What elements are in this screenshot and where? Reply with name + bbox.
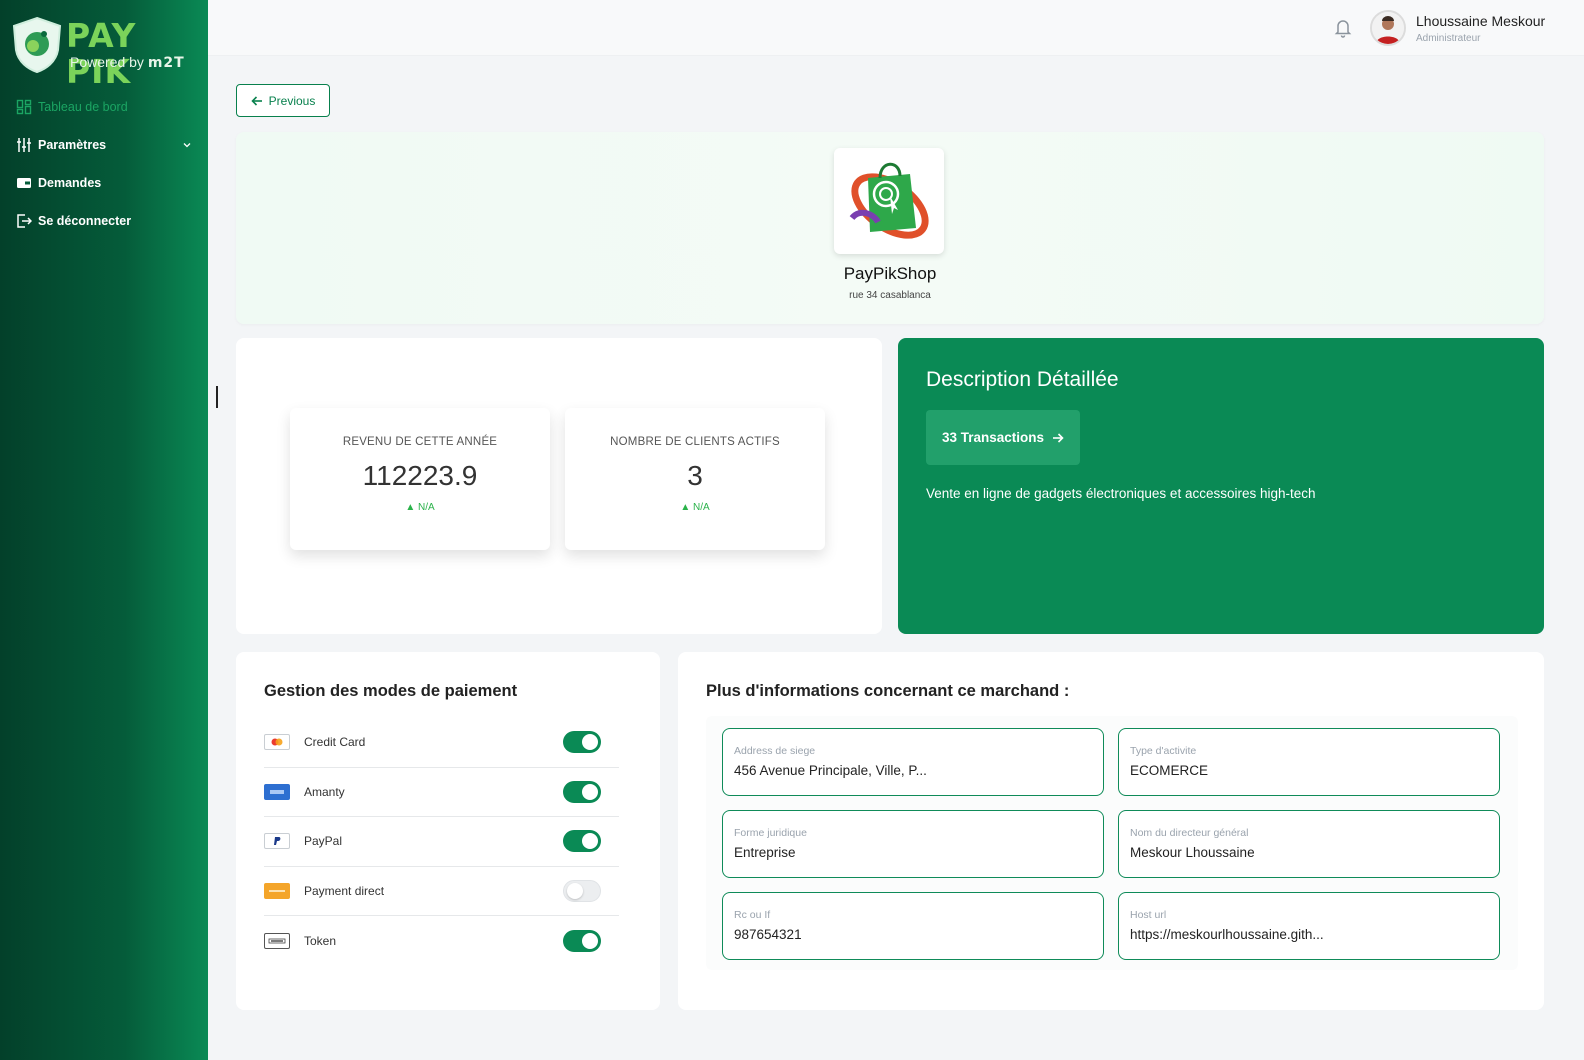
shop-banner: PayPikShop rue 34 casablanca bbox=[236, 132, 1544, 324]
field-value: Entreprise bbox=[734, 845, 796, 860]
sidebar-item-demandes[interactable]: Demandes bbox=[0, 164, 208, 202]
sidebar-item-parametres[interactable]: Paramètres bbox=[0, 126, 208, 164]
payment-mode-row: PayPal bbox=[264, 817, 619, 867]
credit-card-icon bbox=[264, 734, 290, 751]
payment-mode-row: Token bbox=[264, 916, 619, 966]
stat-card-active-clients: NOMBRE DE CLIENTS ACTIFS 3 ▲ N/A bbox=[565, 408, 825, 550]
payment-mode-name: Payment direct bbox=[304, 883, 385, 898]
shop-logo bbox=[834, 148, 944, 254]
avatar[interactable] bbox=[1370, 10, 1406, 46]
payment-mode-row: Credit Card bbox=[264, 718, 619, 768]
field-label: Host url bbox=[1130, 909, 1167, 921]
powered-by-text: Powered by bbox=[70, 54, 144, 70]
payment-modes-list: Credit Card Amanty PayPal Payment direct bbox=[264, 718, 619, 966]
bell-icon[interactable] bbox=[1334, 18, 1352, 38]
field-host-url[interactable]: Host url https://meskourlhoussaine.gith.… bbox=[1118, 892, 1500, 960]
merchant-info-title: Plus d'informations concernant ce marcha… bbox=[706, 682, 1070, 700]
stat-trend: ▲ N/A bbox=[680, 502, 710, 513]
sidebar-item-label: Tableau de bord bbox=[38, 100, 128, 114]
stat-value: 112223.9 bbox=[362, 460, 478, 491]
field-label: Nom du directeur général bbox=[1130, 827, 1249, 839]
payment-mode-toggle[interactable] bbox=[563, 830, 601, 853]
stats-panel: REVENU DE CETTE ANNÉE 112223.9 ▲ N/A NOM… bbox=[236, 338, 882, 634]
stat-value: 3 bbox=[687, 460, 703, 491]
sidebar-item-logout[interactable]: Se déconnecter bbox=[0, 202, 208, 240]
field-activity-type[interactable]: Type d'activite ECOMERCE bbox=[1118, 728, 1500, 796]
field-rc-if[interactable]: Rc ou If 987654321 bbox=[722, 892, 1104, 960]
payment-mode-name: Token bbox=[304, 933, 337, 948]
field-label: Type d'activite bbox=[1130, 745, 1197, 757]
sliders-icon bbox=[16, 137, 32, 153]
field-value: 987654321 bbox=[734, 927, 802, 942]
field-legal-form[interactable]: Forme juridique Entreprise bbox=[722, 810, 1104, 878]
stat-label: REVENU DE CETTE ANNÉE bbox=[342, 436, 498, 448]
previous-button[interactable]: Previous bbox=[236, 84, 330, 117]
dashboard-icon bbox=[16, 99, 32, 115]
field-label: Rc ou If bbox=[734, 909, 771, 921]
sidebar-item-label: Se déconnecter bbox=[38, 214, 132, 228]
transactions-label: 33 Transactions bbox=[941, 430, 1045, 445]
stat-trend: ▲ N/A bbox=[405, 502, 435, 513]
field-director-name[interactable]: Nom du directeur général Meskour Lhoussa… bbox=[1118, 810, 1500, 878]
description-text: Vente en ligne de gadgets électroniques … bbox=[926, 486, 1316, 501]
amanty-icon bbox=[264, 783, 290, 800]
field-label: Address de siege bbox=[734, 745, 816, 757]
payment-modes-title: Gestion des modes de paiement bbox=[264, 682, 518, 700]
payment-mode-name: Credit Card bbox=[304, 735, 366, 750]
merchant-info-grid: Address de siege 456 Avenue Principale, … bbox=[706, 716, 1518, 970]
payment-modes-panel: Gestion des modes de paiement Credit Car… bbox=[236, 652, 660, 1010]
sidebar-item-dashboard[interactable]: Tableau de bord bbox=[0, 88, 208, 126]
sidebar-item-label: Demandes bbox=[38, 176, 102, 190]
shop-address: rue 34 casablanca bbox=[849, 290, 931, 301]
previous-label: Previous bbox=[268, 93, 316, 108]
payment-mode-row: Payment direct bbox=[264, 867, 619, 916]
payment-mode-row: Amanty bbox=[264, 768, 619, 817]
merchant-info-panel: Plus d'informations concernant ce marcha… bbox=[678, 652, 1544, 1010]
logout-icon bbox=[16, 213, 32, 229]
top-header: Lhoussaine Meskour Administrateur bbox=[208, 0, 1584, 56]
shopping-bag-logo-icon bbox=[849, 162, 929, 239]
stat-label: NOMBRE DE CLIENTS ACTIFS bbox=[610, 436, 780, 448]
payment-mode-toggle[interactable] bbox=[563, 879, 601, 902]
description-title: Description Détaillée bbox=[926, 368, 1119, 391]
payment-direct-icon bbox=[264, 882, 290, 899]
field-address[interactable]: Address de siege 456 Avenue Principale, … bbox=[722, 728, 1104, 796]
brand-logo[interactable]: PAY PIK Powered by m2T bbox=[10, 16, 196, 90]
text-cursor bbox=[216, 386, 218, 408]
field-value: ECOMERCE bbox=[1130, 763, 1209, 778]
arrow-right-icon bbox=[1053, 432, 1064, 443]
field-value: https://meskourlhoussaine.gith... bbox=[1130, 927, 1324, 942]
field-value: Meskour Lhoussaine bbox=[1130, 845, 1255, 860]
powered-by: Powered by m2T bbox=[70, 54, 185, 71]
user-name[interactable]: Lhoussaine Meskour bbox=[1416, 13, 1545, 29]
chevron-down-icon bbox=[183, 143, 191, 148]
shop-name: PayPikShop bbox=[843, 264, 937, 283]
powered-by-brand: m2T bbox=[147, 55, 185, 71]
sidebar-item-label: Paramètres bbox=[38, 138, 107, 152]
sidebar-nav: Tableau de bord Paramètres Demandes Se d… bbox=[0, 88, 208, 240]
arrow-left-icon bbox=[251, 95, 262, 106]
payment-mode-name: PayPal bbox=[304, 834, 343, 849]
sidebar: PAY PIK Powered by m2T Tableau de bord P… bbox=[0, 0, 208, 1060]
wallet-icon bbox=[16, 175, 32, 191]
payment-mode-toggle[interactable] bbox=[563, 731, 601, 754]
field-label: Forme juridique bbox=[734, 827, 807, 839]
shield-logo-icon bbox=[12, 16, 62, 74]
field-value: 456 Avenue Principale, Ville, P... bbox=[734, 763, 927, 778]
stat-card-revenue: REVENU DE CETTE ANNÉE 112223.9 ▲ N/A bbox=[290, 408, 550, 550]
description-panel: Description Détaillée 33 Transactions Ve… bbox=[898, 338, 1544, 634]
user-avatar-icon bbox=[1372, 12, 1404, 44]
payment-mode-name: Amanty bbox=[304, 784, 345, 799]
user-role: Administrateur bbox=[1416, 33, 1481, 44]
token-icon bbox=[264, 932, 290, 949]
payment-mode-toggle[interactable] bbox=[563, 780, 601, 803]
transactions-button[interactable]: 33 Transactions bbox=[926, 410, 1080, 465]
paypal-icon bbox=[264, 833, 290, 850]
payment-mode-toggle[interactable] bbox=[563, 929, 601, 952]
